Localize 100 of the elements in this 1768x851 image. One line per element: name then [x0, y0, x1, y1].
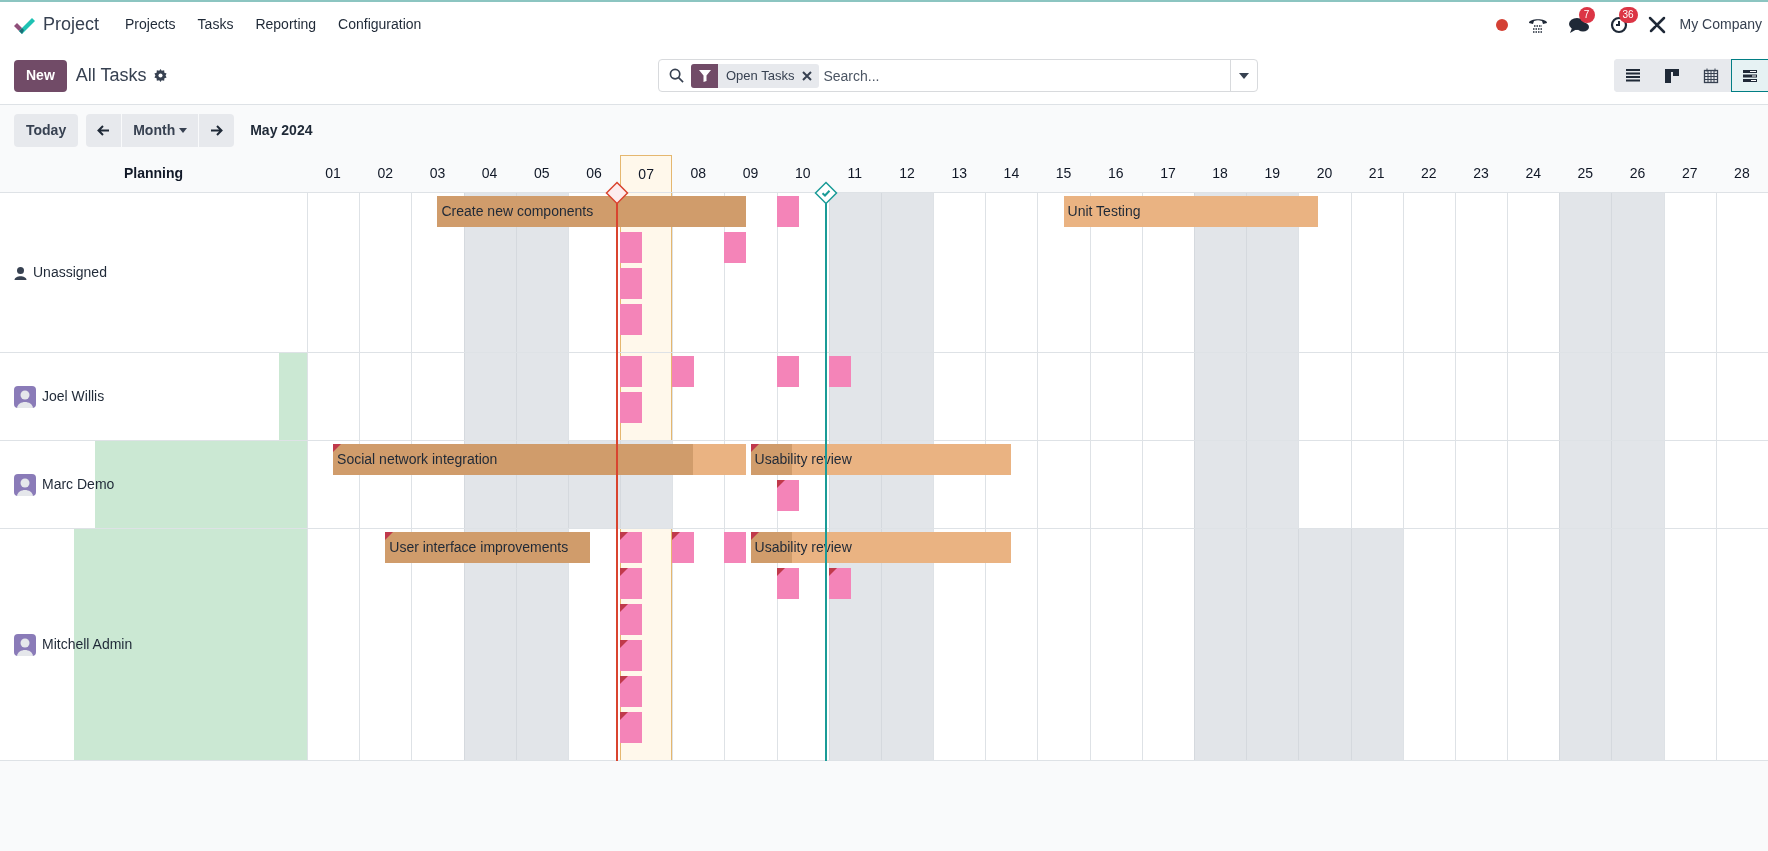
- overdue-corner-icon: [620, 676, 629, 684]
- day-header: 17: [1159, 164, 1177, 183]
- overdue-corner-icon: [620, 532, 629, 540]
- resource-name: Unassigned: [33, 263, 107, 282]
- overdue-corner-icon: [620, 712, 629, 720]
- kanban-view-icon: [1663, 66, 1681, 85]
- day-header: 06: [585, 164, 603, 183]
- avatar-icon: [14, 473, 36, 496]
- task-pill[interactable]: [776, 196, 799, 227]
- phone-icon[interactable]: [1527, 16, 1548, 33]
- task-pill[interactable]: [776, 568, 799, 599]
- notification-badge: 7: [1578, 6, 1595, 23]
- task-pill[interactable]: [828, 356, 851, 387]
- task-pill[interactable]: [776, 356, 799, 387]
- search-bar[interactable]: Open Tasks Search...: [658, 59, 1258, 92]
- avatar-icon: [14, 385, 36, 408]
- day-header: 09: [741, 164, 760, 183]
- day-header: 22: [1420, 164, 1438, 183]
- overdue-corner-icon: [776, 568, 785, 576]
- task-bar[interactable]: Create new components: [437, 196, 747, 227]
- menu-item[interactable]: Projects: [115, 14, 186, 35]
- resource-name: Marc Demo: [42, 475, 115, 494]
- task-pill[interactable]: [776, 480, 799, 511]
- caret-icon: [179, 127, 188, 133]
- task-pill[interactable]: [724, 532, 747, 563]
- overdue-corner-icon: [776, 480, 785, 488]
- overdue-corner-icon: [620, 604, 629, 612]
- task-bar[interactable]: User interface improvements: [385, 532, 590, 563]
- notification-badge: 36: [1618, 6, 1638, 23]
- day-header: 28: [1733, 164, 1751, 183]
- overdue-corner-icon: [333, 444, 342, 452]
- caret-icon: [1239, 72, 1249, 79]
- column-header: Planning: [122, 164, 185, 183]
- overdue-corner-icon: [620, 568, 629, 576]
- day-header: 05: [533, 164, 551, 183]
- left-arrow-icon: [97, 124, 111, 136]
- search-field[interactable]: Search...: [823, 60, 1230, 91]
- task-bar[interactable]: Unit Testing: [1063, 196, 1319, 227]
- previous-button[interactable]: [86, 113, 122, 147]
- day-header: 21: [1367, 164, 1386, 183]
- day-header: 20: [1315, 164, 1334, 183]
- day-header: 14: [1002, 164, 1021, 183]
- day-header: 13: [950, 164, 968, 183]
- filter-facet[interactable]: Open Tasks: [691, 63, 820, 88]
- view-switch-button[interactable]: [1731, 59, 1768, 92]
- today-button[interactable]: Today: [14, 113, 79, 147]
- app-name[interactable]: Project: [43, 11, 100, 38]
- task-pill[interactable]: [724, 232, 747, 263]
- search-icon[interactable]: [669, 68, 684, 83]
- day-header: 02: [376, 164, 395, 183]
- day-header: 08: [689, 164, 708, 183]
- overdue-corner-icon: [620, 640, 629, 648]
- right-arrow-icon: [210, 124, 224, 136]
- day-header: 04: [480, 164, 499, 183]
- calendar-view-icon: [1702, 66, 1720, 85]
- day-header: 25: [1576, 164, 1595, 183]
- company-switcher[interactable]: My Company: [1679, 14, 1762, 35]
- menu-item[interactable]: Reporting: [245, 14, 327, 35]
- avatar-icon: [14, 633, 36, 656]
- day-header: 12: [898, 164, 916, 183]
- resource-name: Joel Willis: [42, 387, 105, 406]
- day-header: 24: [1524, 164, 1542, 183]
- overdue-corner-icon: [385, 532, 394, 540]
- day-header: 10: [793, 164, 812, 183]
- day-header: 18: [1211, 164, 1229, 183]
- day-header: 27: [1680, 164, 1699, 183]
- task-pill[interactable]: [672, 532, 695, 563]
- person-icon: [14, 265, 27, 280]
- task-pill[interactable]: [828, 568, 851, 599]
- overdue-corner-icon: [828, 568, 837, 576]
- tools-icon[interactable]: [1647, 15, 1666, 34]
- list-view-icon: [1624, 66, 1642, 85]
- day-header: 11: [846, 164, 864, 183]
- day-header: 15: [1054, 164, 1073, 183]
- day-header: 26: [1628, 164, 1647, 183]
- menu-item[interactable]: Configuration: [328, 14, 432, 35]
- overdue-corner-icon: [750, 444, 759, 452]
- new-button[interactable]: New: [14, 59, 67, 92]
- overdue-corner-icon: [672, 532, 681, 540]
- milestone-marker[interactable]: [813, 181, 838, 205]
- task-pill[interactable]: [672, 356, 695, 387]
- resource-name: Mitchell Admin: [42, 635, 133, 654]
- view-title: All Tasks: [75, 64, 147, 87]
- settings-icon[interactable]: [153, 69, 167, 82]
- day-header: 19: [1263, 164, 1282, 183]
- filter-icon: [698, 69, 711, 82]
- menu-item[interactable]: Tasks: [187, 14, 244, 35]
- scale-dropdown[interactable]: Month: [122, 113, 199, 147]
- deadline-marker[interactable]: [604, 181, 629, 205]
- day-header: 01: [324, 164, 342, 183]
- day-header: 16: [1106, 164, 1125, 183]
- facet-label: Open Tasks: [725, 66, 796, 85]
- overdue-corner-icon: [750, 532, 759, 540]
- close-icon[interactable]: [802, 70, 813, 81]
- task-bar[interactable]: Social network integration: [333, 444, 747, 475]
- period-label: May 2024: [250, 120, 313, 140]
- next-button[interactable]: [199, 113, 235, 147]
- day-header: 23: [1472, 164, 1490, 183]
- day-header: 07: [620, 155, 673, 192]
- day-header: 03: [428, 164, 447, 183]
